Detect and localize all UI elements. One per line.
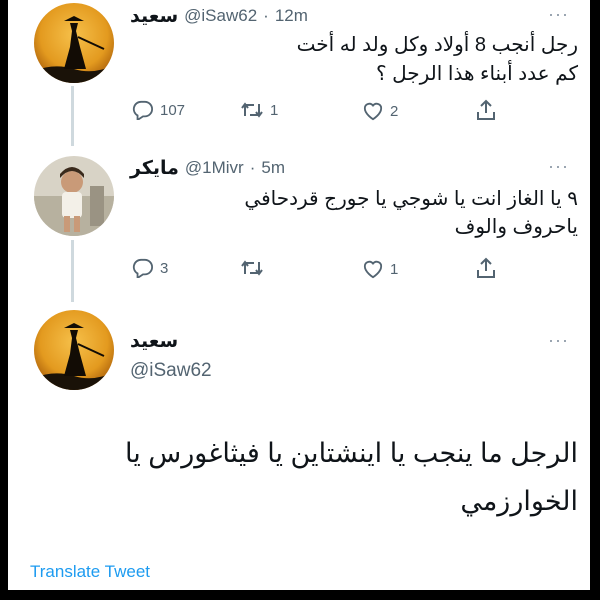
- tweet-thread-screen: سعيد @iSaw62 · 12m ··· رجل أنجب 8 أولاد …: [8, 0, 590, 590]
- tweet-text-line: كم عدد أبناء هذا الرجل ؟: [375, 63, 578, 85]
- tweet-text-line: رجل أنجب 8 أولاد وكل ولد له أخت: [296, 34, 578, 56]
- retweet-button[interactable]: [240, 259, 270, 277]
- user-handle[interactable]: @1Mivr: [185, 158, 244, 178]
- more-icon[interactable]: ···: [548, 330, 569, 351]
- separator-dot: ·: [249, 158, 256, 177]
- separator-dot: ·: [263, 6, 269, 25]
- avatar[interactable]: [34, 3, 114, 83]
- share-icon: [477, 99, 495, 120]
- like-button[interactable]: 1: [362, 259, 398, 279]
- retweet-count: 1: [270, 101, 279, 119]
- reply-icon: [132, 100, 153, 120]
- thread-line: [71, 86, 74, 146]
- like-icon: [363, 260, 383, 279]
- translate-tweet-link[interactable]: Translate Tweet: [30, 562, 150, 582]
- reply-count: 107: [160, 101, 186, 119]
- share-button[interactable]: [476, 99, 502, 121]
- main-tweet-text-line: الرجل ما ينجب يا اينشتاين يا فيثاغورس يا: [125, 438, 578, 468]
- like-icon: [363, 102, 383, 121]
- like-count: 1: [390, 260, 399, 278]
- share-button[interactable]: [476, 257, 502, 279]
- main-tweet-text-line: الخوارزمي: [460, 486, 578, 516]
- reply-count: 3: [160, 259, 169, 277]
- avatar[interactable]: [34, 156, 114, 236]
- reply-button[interactable]: 107: [132, 100, 185, 120]
- tweet-header: مايكر @1Mivr · 5m: [130, 156, 285, 180]
- tweet-text-line: ياحروف والوف: [454, 216, 578, 238]
- user-handle[interactable]: @iSaw62: [130, 360, 212, 382]
- tweet-text-line: ٩ يا الغاز انت يا شوجي يا جورج قردحافي: [244, 188, 578, 210]
- thread-line: [71, 240, 74, 302]
- user-handle[interactable]: @iSaw62: [184, 6, 257, 26]
- avatar[interactable]: [34, 310, 114, 390]
- tweet-header: سعيد @iSaw62 · 12m: [130, 4, 308, 28]
- timestamp[interactable]: 5m: [261, 158, 285, 178]
- share-icon: [477, 257, 495, 278]
- user-name[interactable]: سعيد: [130, 5, 178, 28]
- user-name[interactable]: سعيد: [130, 330, 178, 353]
- reply-icon: [132, 258, 153, 278]
- reply-button[interactable]: 3: [132, 258, 168, 278]
- user-name[interactable]: مايكر: [130, 157, 179, 180]
- timestamp[interactable]: 12m: [275, 6, 308, 26]
- retweet-icon: [241, 260, 263, 276]
- more-icon[interactable]: ···: [548, 4, 569, 25]
- more-icon[interactable]: ···: [548, 156, 569, 177]
- like-count: 2: [390, 102, 399, 120]
- retweet-icon: [241, 102, 263, 118]
- retweet-button[interactable]: 1: [240, 101, 278, 119]
- like-button[interactable]: 2: [362, 101, 398, 121]
